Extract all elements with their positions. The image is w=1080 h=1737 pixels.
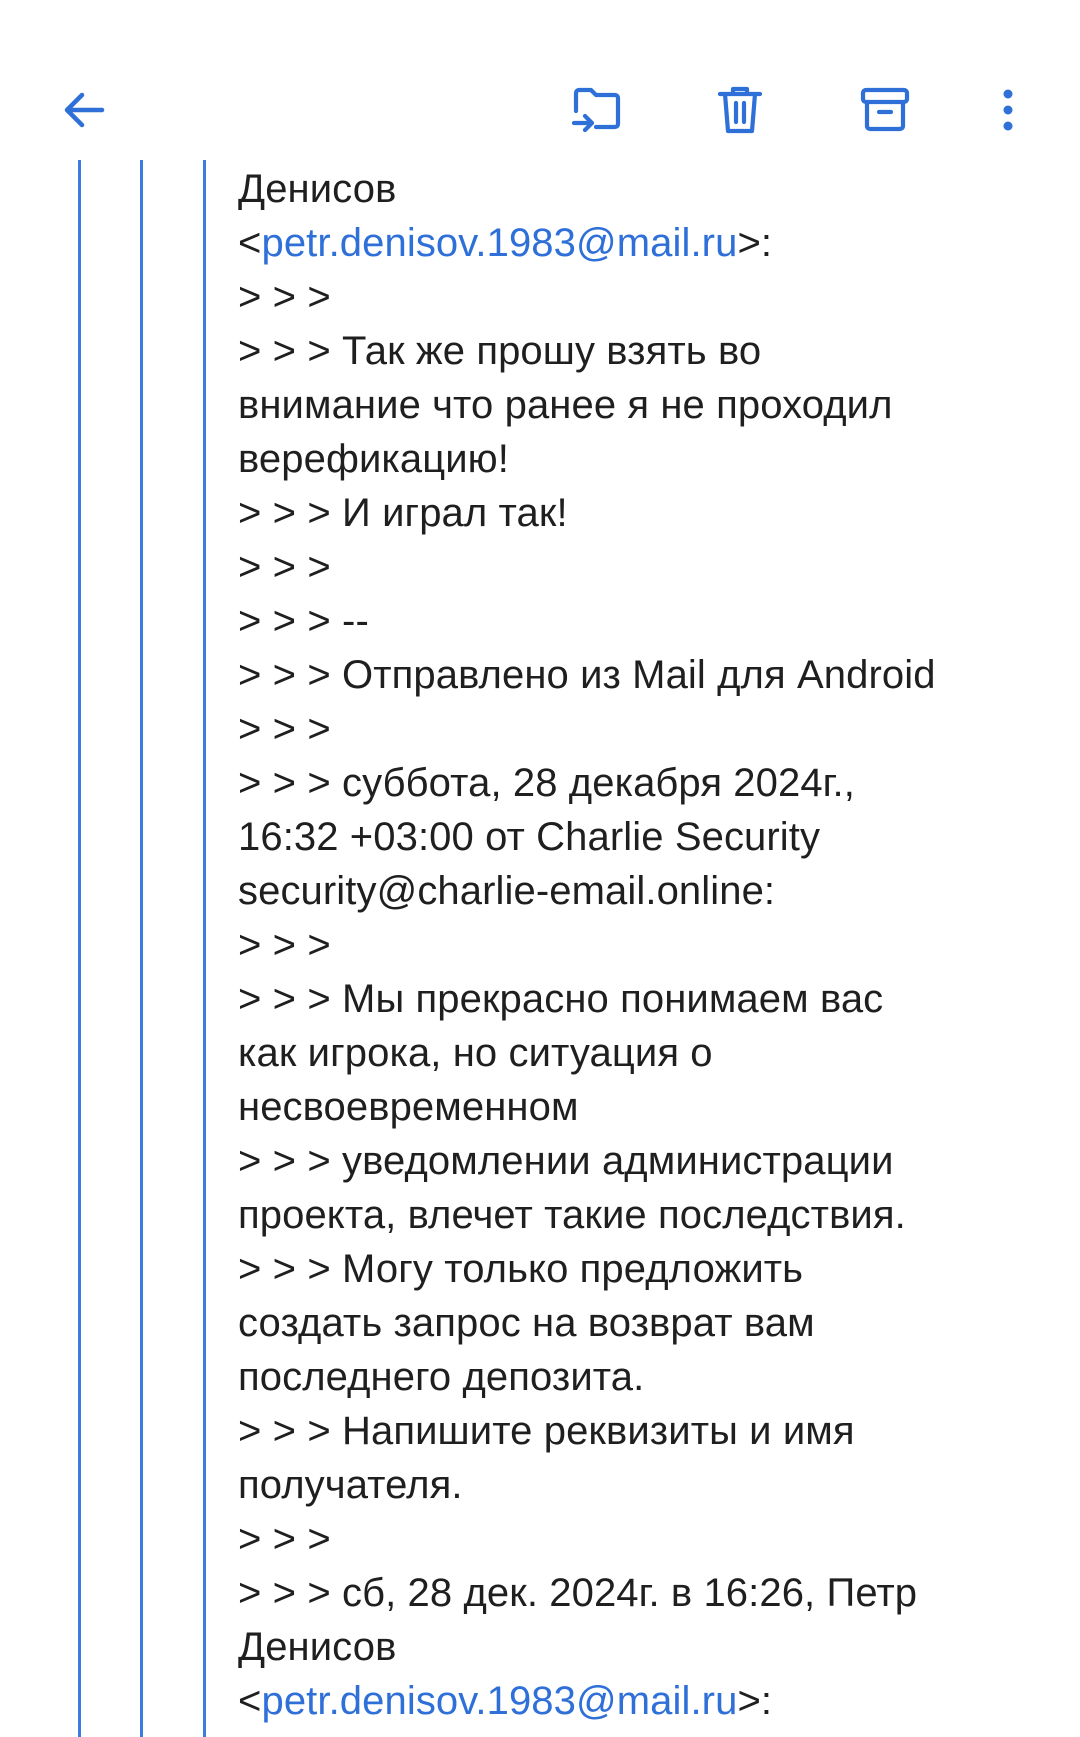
body-line: Денисов xyxy=(238,167,397,211)
body-line: верефикацию! xyxy=(238,437,509,481)
email-bracket-open: < xyxy=(238,1679,262,1723)
body-line: создать запрос на возврат вам xyxy=(238,1301,815,1345)
delete-button[interactable] xyxy=(700,70,780,150)
more-vertical-icon xyxy=(1001,88,1015,132)
body-line: > > > Так же прошу взять во xyxy=(238,329,762,373)
body-line: > > > xyxy=(238,707,331,751)
body-line: Денисов xyxy=(238,1625,397,1669)
email-bracket-open: < xyxy=(238,221,262,265)
body-line: как игрока, но ситуация о xyxy=(238,1031,713,1075)
quote-bar-level-2 xyxy=(140,160,143,1737)
body-line: > > > сб, 28 дек. 2024г. в 16:26, Петр xyxy=(238,1571,918,1615)
back-button[interactable] xyxy=(44,70,124,150)
top-toolbar xyxy=(0,0,1080,170)
body-line: проекта, влечет такие последствия. xyxy=(238,1193,906,1237)
body-line: > > > xyxy=(238,275,331,319)
email-body: Денисов <petr.denisov.1983@mail.ru>: > > >… xyxy=(0,160,1080,1737)
body-line: несвоевременном xyxy=(238,1085,579,1129)
move-to-folder-button[interactable] xyxy=(558,70,638,150)
body-line: > > > xyxy=(238,923,331,967)
body-line: внимание что ранее я не проходил xyxy=(238,383,893,427)
email-address-link[interactable]: petr.denisov.1983@mail.ru xyxy=(261,1679,737,1723)
quoted-text: Денисов <petr.denisov.1983@mail.ru>: > > >… xyxy=(238,162,1038,1728)
body-line: <petr.denisov.1983@mail.ru>: xyxy=(238,216,1038,270)
more-options-button[interactable] xyxy=(968,70,1048,150)
quote-bar-level-1 xyxy=(78,160,81,1737)
body-line: > > > И играл так! xyxy=(238,491,568,535)
body-line: > > > Напишите реквизиты и имя xyxy=(238,1409,855,1453)
body-line: > > > xyxy=(238,545,331,589)
body-line: 16:32 +03:00 от Charlie Security xyxy=(238,815,821,859)
move-to-folder-icon xyxy=(570,85,626,135)
arrow-left-icon xyxy=(62,90,106,130)
body-line: получателя. xyxy=(238,1463,463,1507)
body-line: > > > xyxy=(238,1517,331,1561)
body-line: > > > суббота, 28 декабря 2024г., xyxy=(238,761,855,805)
quote-bar-level-3 xyxy=(203,160,206,1737)
trash-icon xyxy=(716,84,764,136)
body-line: > > > Мы прекрасно понимаем вас xyxy=(238,977,884,1021)
body-line: последнего депозита. xyxy=(238,1355,645,1399)
body-line: <petr.denisov.1983@mail.ru>: xyxy=(238,1674,1038,1728)
body-line: security@charlie-email.online: xyxy=(238,869,776,913)
archive-button[interactable] xyxy=(845,70,925,150)
email-address-link[interactable]: petr.denisov.1983@mail.ru xyxy=(261,221,737,265)
email-bracket-close: >: xyxy=(737,221,773,265)
archive-icon xyxy=(859,86,911,134)
body-line: > > > Отправлено из Mail для Android xyxy=(238,653,936,697)
body-line: > > > уведомлении администрации xyxy=(238,1139,894,1183)
email-bracket-close: >: xyxy=(737,1679,773,1723)
body-line: > > > -- xyxy=(238,599,369,643)
body-line: > > > Могу только предложить xyxy=(238,1247,804,1291)
